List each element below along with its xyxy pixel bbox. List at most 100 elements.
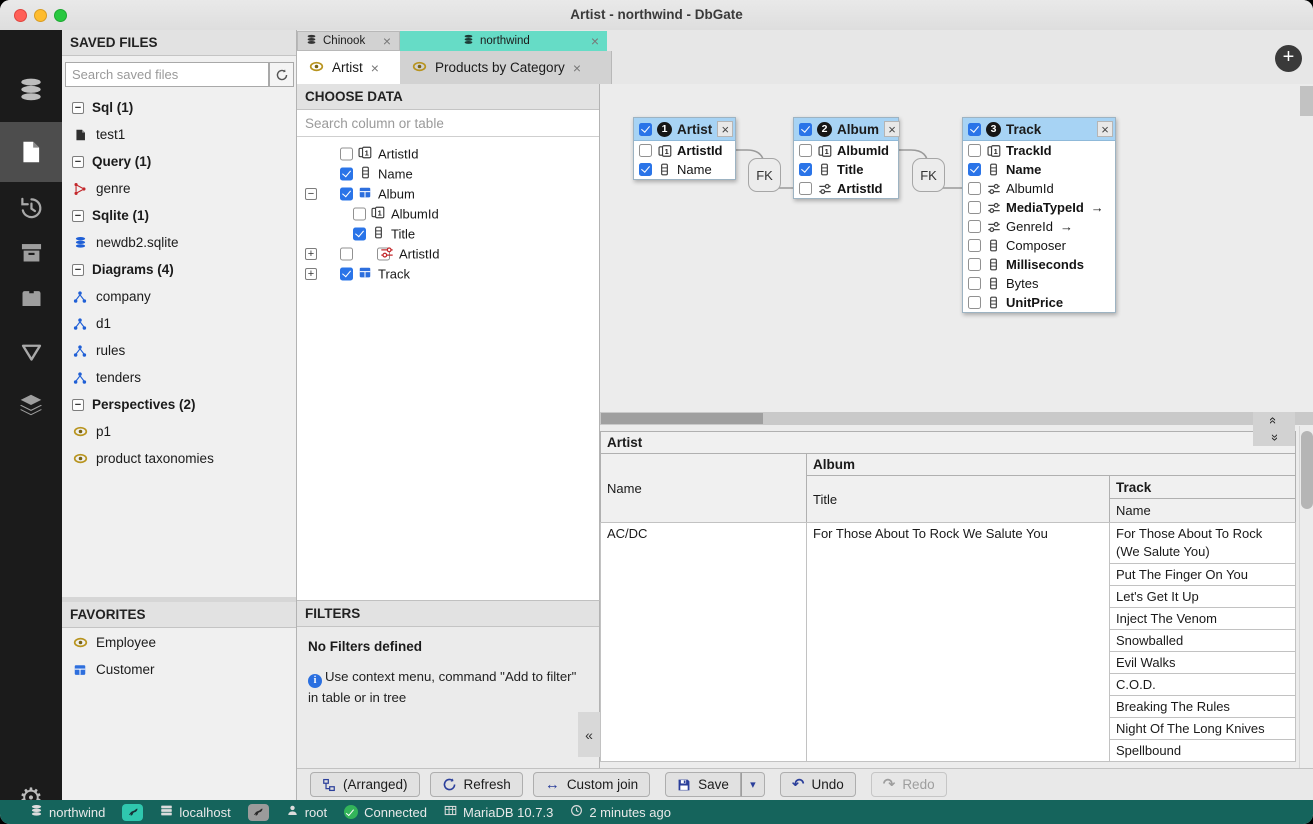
save-button[interactable]: Save bbox=[665, 772, 741, 797]
checkbox[interactable] bbox=[340, 168, 353, 181]
checkbox[interactable] bbox=[968, 182, 981, 195]
collapse-icon[interactable] bbox=[72, 156, 84, 168]
grid-group-header-album[interactable]: Album bbox=[806, 453, 1296, 476]
saved-files-search-input[interactable] bbox=[65, 62, 269, 87]
saved-file-product-taxonomies[interactable]: product taxonomies bbox=[62, 445, 296, 472]
saved-files-section-sqlite[interactable]: Sqlite (1) bbox=[62, 202, 296, 229]
saved-files-section-query[interactable]: Query (1) bbox=[62, 148, 296, 175]
diagram-table-header[interactable]: 1 Artist bbox=[634, 118, 735, 141]
grid-cell-track[interactable]: For Those About To Rock (We Salute You) bbox=[1109, 522, 1296, 564]
favorites-rail-button[interactable] bbox=[0, 280, 62, 314]
checkbox[interactable] bbox=[340, 248, 353, 261]
grid-cell-track[interactable]: Put The Finger On You bbox=[1109, 563, 1296, 586]
saved-file-genre[interactable]: genre bbox=[62, 175, 296, 202]
grid-cell-album-title[interactable]: For Those About To Rock We Salute You bbox=[806, 522, 1110, 762]
collapse-icon[interactable] bbox=[72, 399, 84, 411]
diagram-table-header[interactable]: 2 Album bbox=[794, 118, 898, 141]
file-tab-artist[interactable]: Artist bbox=[297, 51, 400, 84]
diagram-column-composer[interactable]: Composer bbox=[963, 236, 1115, 255]
saved-file-company[interactable]: company bbox=[62, 283, 296, 310]
checkbox[interactable] bbox=[968, 123, 981, 136]
chevron-double-down-icon[interactable] bbox=[1253, 429, 1295, 446]
favorite-customer[interactable]: Customer bbox=[62, 656, 296, 683]
tree-row-artistid[interactable]: 1 ArtistId bbox=[297, 144, 599, 164]
tree-row-name[interactable]: Name bbox=[297, 164, 599, 184]
undo-button[interactable]: Undo bbox=[780, 772, 856, 797]
grid-cell-artist-name[interactable]: AC/DC bbox=[600, 522, 807, 762]
collapse-left-panel-button[interactable] bbox=[578, 712, 600, 757]
checkbox[interactable] bbox=[340, 188, 353, 201]
checkbox[interactable] bbox=[968, 258, 981, 271]
collapse-icon[interactable] bbox=[72, 210, 84, 222]
tree-row-artistid-fk[interactable]: ArtistId bbox=[297, 244, 599, 264]
diagram-column-unitprice[interactable]: UnitPrice bbox=[963, 293, 1115, 312]
checkbox[interactable] bbox=[968, 296, 981, 309]
status-server[interactable]: localhost bbox=[160, 804, 230, 820]
reference-arrow-icon[interactable]: → bbox=[1091, 200, 1104, 215]
grid-cell-track[interactable]: C.O.D. bbox=[1109, 673, 1296, 696]
grid-cell-track[interactable]: Snowballed bbox=[1109, 629, 1296, 652]
close-icon[interactable] bbox=[1097, 121, 1113, 137]
close-icon[interactable] bbox=[371, 61, 379, 75]
saved-files-section-sql[interactable]: Sql (1) bbox=[62, 94, 296, 121]
checkbox[interactable] bbox=[639, 123, 652, 136]
tree-row-album[interactable]: Album bbox=[297, 184, 599, 204]
diagram-column-name[interactable]: Name bbox=[963, 160, 1115, 179]
grid-cell-track[interactable]: Spellbound bbox=[1109, 739, 1296, 762]
checkbox[interactable] bbox=[799, 144, 812, 157]
checkbox[interactable] bbox=[639, 144, 652, 157]
diagram-table-album[interactable]: 2 Album 1AlbumId Title ArtistId bbox=[793, 117, 899, 199]
close-icon[interactable] bbox=[591, 34, 599, 48]
diagram-column-title[interactable]: Title bbox=[794, 160, 898, 179]
refresh-button[interactable]: Refresh bbox=[430, 772, 523, 797]
filter-rail-button[interactable] bbox=[0, 335, 62, 369]
horizontal-scrollbar-thumb[interactable] bbox=[601, 413, 763, 424]
saved-files-refresh-button[interactable] bbox=[269, 62, 294, 87]
files-rail-button[interactable] bbox=[0, 135, 62, 169]
collapse-icon[interactable] bbox=[72, 264, 84, 276]
close-icon[interactable] bbox=[717, 121, 733, 137]
checkbox[interactable] bbox=[968, 277, 981, 290]
checkbox[interactable] bbox=[968, 201, 981, 214]
diagram-column-mediatypeid-fk[interactable]: MediaTypeId→ bbox=[963, 198, 1115, 217]
chevron-double-up-icon[interactable] bbox=[1253, 412, 1295, 429]
diagram-canvas[interactable]: FK FK 1 Artist 1ArtistId Name 2 Album 1A… bbox=[600, 84, 1313, 426]
saved-file-test1[interactable]: test1 bbox=[62, 121, 296, 148]
collapse-icon[interactable] bbox=[305, 188, 317, 200]
grid-column-header-track-name[interactable]: Name bbox=[1109, 498, 1296, 523]
diagram-column-bytes[interactable]: Bytes bbox=[963, 274, 1115, 293]
diagram-column-genreid-fk[interactable]: GenreId→ bbox=[963, 217, 1115, 236]
grid-group-header-track[interactable]: Track bbox=[1109, 475, 1296, 499]
checkbox[interactable] bbox=[799, 182, 812, 195]
checkbox[interactable] bbox=[353, 208, 366, 221]
checkbox[interactable] bbox=[340, 268, 353, 281]
grid-cell-track[interactable]: Let's Get It Up bbox=[1109, 585, 1296, 608]
grid-cell-track[interactable]: Breaking The Rules bbox=[1109, 695, 1296, 718]
layers-rail-button[interactable] bbox=[0, 388, 62, 422]
tree-row-track[interactable]: Track bbox=[297, 264, 599, 284]
status-user[interactable]: root bbox=[286, 804, 327, 820]
reference-arrow-icon[interactable]: → bbox=[1060, 219, 1073, 234]
grid-column-header-title[interactable]: Title bbox=[806, 475, 1110, 523]
diagram-column-albumid-fk[interactable]: AlbumId bbox=[963, 179, 1115, 198]
diagram-table-header[interactable]: 3 Track bbox=[963, 118, 1115, 141]
tree-row-albumid[interactable]: 1 AlbumId bbox=[297, 204, 599, 224]
horizontal-scrollbar[interactable] bbox=[600, 412, 1313, 425]
saved-file-newdb2[interactable]: newdb2.sqlite bbox=[62, 229, 296, 256]
saved-files-section-diagrams[interactable]: Diagrams (4) bbox=[62, 256, 296, 283]
status-database[interactable]: northwind bbox=[30, 804, 105, 820]
checkbox[interactable] bbox=[968, 163, 981, 176]
grid-cell-track[interactable]: Inject The Venom bbox=[1109, 607, 1296, 630]
arranged-button[interactable]: (Arranged) bbox=[310, 772, 420, 797]
file-tab-products-by-category[interactable]: Products by Category bbox=[400, 51, 612, 84]
database-tab-chinook[interactable]: Chinook bbox=[297, 31, 400, 51]
saved-file-d1[interactable]: d1 bbox=[62, 310, 296, 337]
diagram-column-artistid-fk[interactable]: ArtistId bbox=[794, 179, 898, 198]
diagram-column-trackid[interactable]: 1TrackId bbox=[963, 141, 1115, 160]
checkbox[interactable] bbox=[340, 148, 353, 161]
save-dropdown-button[interactable] bbox=[741, 772, 765, 797]
checkbox[interactable] bbox=[799, 163, 812, 176]
checkbox[interactable] bbox=[353, 228, 366, 241]
collapse-icon[interactable] bbox=[72, 102, 84, 114]
databases-rail-button[interactable] bbox=[0, 73, 62, 107]
